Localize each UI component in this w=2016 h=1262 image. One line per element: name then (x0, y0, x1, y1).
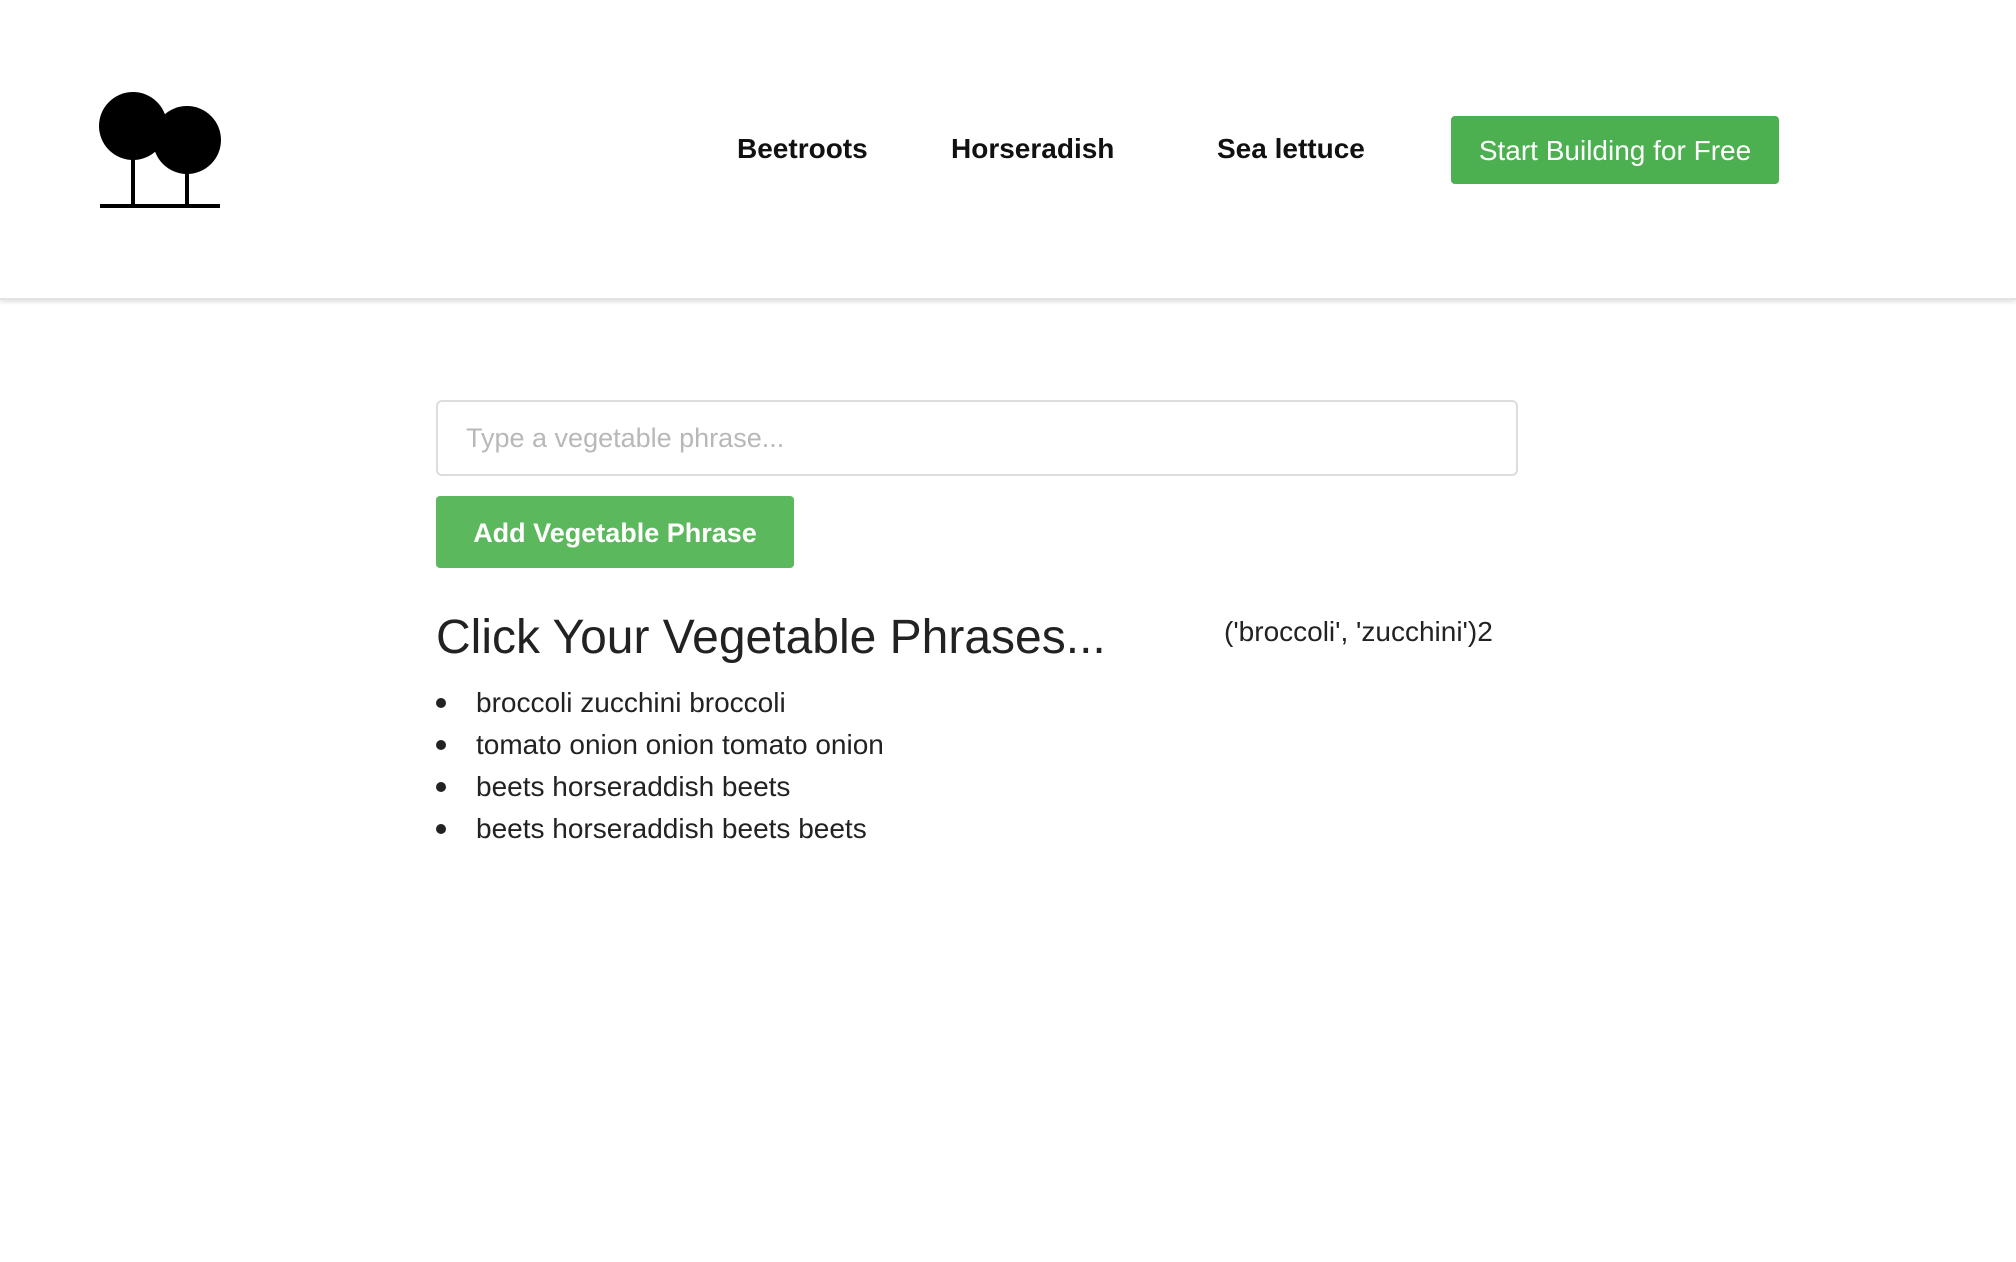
vegetable-phrase-input[interactable] (436, 400, 1518, 476)
phrase-text: tomato onion onion tomato onion (476, 729, 884, 760)
bullet-icon (436, 740, 446, 750)
phrase-text: beets horseraddish beets (476, 771, 791, 802)
bullet-icon (436, 824, 446, 834)
bullet-icon (436, 698, 446, 708)
phrase-list-item[interactable]: beets horseraddish beets (436, 766, 884, 808)
bullet-icon (436, 782, 446, 792)
start-building-button[interactable]: Start Building for Free (1451, 116, 1779, 184)
phrase-text: broccoli zucchini broccoli (476, 687, 786, 718)
site-header: Beetroots Horseradish Sea lettuce Start … (0, 0, 2016, 300)
phrase-list-item[interactable]: tomato onion onion tomato onion (436, 724, 884, 766)
phrases-heading: Click Your Vegetable Phrases... (436, 611, 1106, 664)
phrase-list: broccoli zucchini broccoli tomato onion … (436, 682, 884, 850)
phrase-list-item[interactable]: broccoli zucchini broccoli (436, 682, 884, 724)
nav-link-horseradish[interactable]: Horseradish (951, 133, 1114, 165)
phrase-text: beets horseraddish beets beets (476, 813, 867, 844)
nav-link-sea-lettuce[interactable]: Sea lettuce (1217, 133, 1365, 165)
phrase-list-item[interactable]: beets horseraddish beets beets (436, 808, 884, 850)
selected-phrase-tuple: ('broccoli', 'zucchini')2 (1224, 616, 1493, 647)
nav-link-beetroots[interactable]: Beetroots (737, 133, 868, 165)
add-vegetable-phrase-button[interactable]: Add Vegetable Phrase (436, 496, 794, 568)
two-trees-icon[interactable] (98, 90, 222, 210)
